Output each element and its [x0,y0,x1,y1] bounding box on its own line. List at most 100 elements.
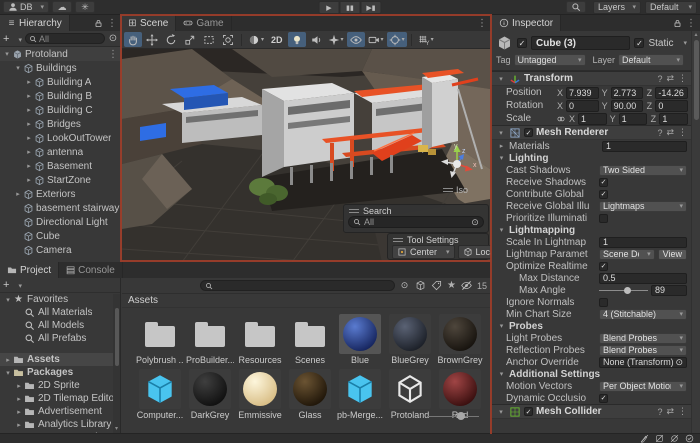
step-button[interactable]: ▶▮ [361,1,382,14]
static-dropdown-icon[interactable]: ▾ [683,39,687,47]
scrollbar-thumb[interactable] [694,40,699,120]
component-enabled-checkbox[interactable]: ✓ [524,128,533,137]
dropdown[interactable]: Lightmaps▾ [599,201,687,212]
hierarchy-item[interactable]: ▸antenna [0,145,121,159]
checkbox[interactable]: ✓ [599,190,608,199]
fold-arrow[interactable]: ▾ [497,370,506,378]
fold-arrow[interactable]: ▸ [13,190,23,198]
drag-handle-icon[interactable] [349,209,359,213]
project-tree-item[interactable]: ▸Analytics Library [0,418,120,431]
hierarchy-item[interactable]: ▸Building C [0,103,121,117]
hierarchy-item[interactable]: Camera [0,243,121,257]
orientation-gizmo[interactable]: y x z [435,140,479,184]
hierarchy-item[interactable]: ▸Building A [0,75,121,89]
hierarchy-item[interactable]: basement stairway w [0,201,121,215]
project-tree-item[interactable]: ▸Assets [0,353,120,366]
picker-icon[interactable]: ⊙ [471,218,479,226]
tab-console[interactable]: ▤ Console [59,262,123,278]
services-button[interactable]: ✳ [75,1,95,13]
hierarchy-item[interactable]: Cube [0,229,121,243]
transform-tool[interactable] [219,32,237,47]
fold-arrow[interactable]: ▸ [14,395,24,403]
project-tree-scrollbar[interactable]: ▾ [113,294,120,433]
asset-item[interactable]: BlueGrey [386,314,434,365]
hierarchy-item[interactable]: ▸StartZone [0,173,121,187]
checkbox[interactable]: ✓ [599,262,608,271]
fold-arrow[interactable]: ▸ [24,148,34,156]
no-paint-icon[interactable] [640,434,649,443]
scroll-down-icon[interactable]: ▾ [115,425,118,433]
help-icon[interactable]: ? [657,407,662,417]
tab-hierarchy[interactable]: ≡ Hierarchy [0,15,70,31]
thumbnail-size-slider[interactable] [427,412,479,421]
hierarchy-item[interactable]: ▸Building B [0,89,121,103]
fold-arrow[interactable]: ▸ [24,78,34,86]
scrollbar-thumb[interactable] [115,308,119,366]
scale-tool[interactable] [181,32,199,47]
fold-arrow[interactable]: ▾ [496,408,506,416]
hierarchy-item[interactable]: ▸Bridges [0,117,121,131]
value-field[interactable]: 0.5 [599,273,687,284]
kebab-icon[interactable]: ⋮ [108,49,121,60]
scroll-up-icon[interactable]: ▴ [694,31,697,38]
asset-item[interactable]: Emmissive [236,369,284,420]
gameobject-name-field[interactable]: Cube (3) [531,36,630,50]
play-button[interactable]: ▶ [319,1,340,14]
fold-arrow[interactable]: ▸ [24,92,34,100]
dropdown[interactable]: Two Sided▾ [599,165,687,176]
project-tree-item[interactable]: ▸2D Sprite [0,379,120,392]
no-scatter-icon[interactable] [670,434,679,443]
dropdown[interactable]: Blend Probes▾ [599,345,687,356]
slider-knob[interactable] [457,412,465,420]
static-checkbox[interactable]: ✓ [634,38,644,48]
checkbox[interactable]: ✓ [599,394,608,403]
rotation-y-field[interactable]: 90.00 [611,100,644,112]
asset-item[interactable]: pb-Merge... [336,369,384,420]
mesh-collider-component-header[interactable]: ▾ ✓ Mesh Collider ? ⇄ ⋮ [492,404,691,419]
asset-item[interactable]: Resources [236,314,284,365]
account-button[interactable]: DB ▾ [3,1,49,13]
asset-item[interactable]: Blue [336,314,384,365]
component-enabled-checkbox[interactable]: ✓ [524,407,533,416]
layers-dropdown[interactable]: Layers ▾ [593,1,641,14]
rect-tool[interactable] [200,32,218,47]
camera-dropdown[interactable]: ▾ [366,32,386,47]
create-menu-button[interactable]: + ▾ [3,33,22,45]
hand-tool[interactable] [124,32,142,47]
fold-arrow[interactable]: ▾ [13,64,23,72]
fold-arrow[interactable]: ▸ [14,421,24,429]
kebab-icon[interactable]: ⋮ [678,406,687,417]
asset-item[interactable]: ProBuilder... [186,314,234,365]
layout-dropdown[interactable]: Default ▾ [645,1,697,14]
presets-icon[interactable]: ⇄ [666,406,674,417]
scale-x-field[interactable]: 1 [578,113,607,125]
lock-icon[interactable] [673,19,682,28]
project-tree-item[interactable]: ▸Advertisement [0,405,120,418]
presets-icon[interactable]: ⇄ [666,73,674,84]
fold-arrow[interactable]: ▾ [496,129,506,137]
search-by-type-icon[interactable]: ⊙ [399,280,410,291]
gameobject-cube-icon[interactable] [496,35,513,51]
rotate-tool[interactable] [162,32,180,47]
dropdown[interactable]: 4 (Stitchable)▾ [599,309,687,320]
project-tree-item[interactable]: ▸2D Tilemap Editor [0,392,120,405]
hidden-eye-icon[interactable] [461,280,472,291]
grid-dropdown[interactable]: Y▾ [416,32,436,47]
asset-item[interactable]: DarkGrey [186,369,234,420]
kebab-icon[interactable]: ⋮ [477,18,487,29]
favorites-filter-icon[interactable]: ★ [447,280,456,291]
fold-arrow[interactable]: ▸ [24,120,34,128]
help-icon[interactable]: ? [657,74,662,84]
rotation-z-field[interactable]: 0 [655,100,688,112]
drag-handle-icon[interactable] [393,238,403,242]
layer-dropdown[interactable]: Default ▾ [618,54,684,66]
hierarchy-search-input[interactable]: All [25,33,105,44]
fold-arrow[interactable]: ▾ [497,226,506,234]
fold-arrow[interactable]: ▸ [3,356,13,364]
checkbox[interactable] [599,298,608,307]
kebab-icon[interactable]: ⋮ [107,18,117,29]
view-mode-label[interactable]: Iso [443,185,468,195]
fold-arrow[interactable]: ▾ [496,75,506,83]
fold-arrow[interactable]: ▸ [24,176,34,184]
pause-button[interactable]: ▮▮ [340,1,361,14]
